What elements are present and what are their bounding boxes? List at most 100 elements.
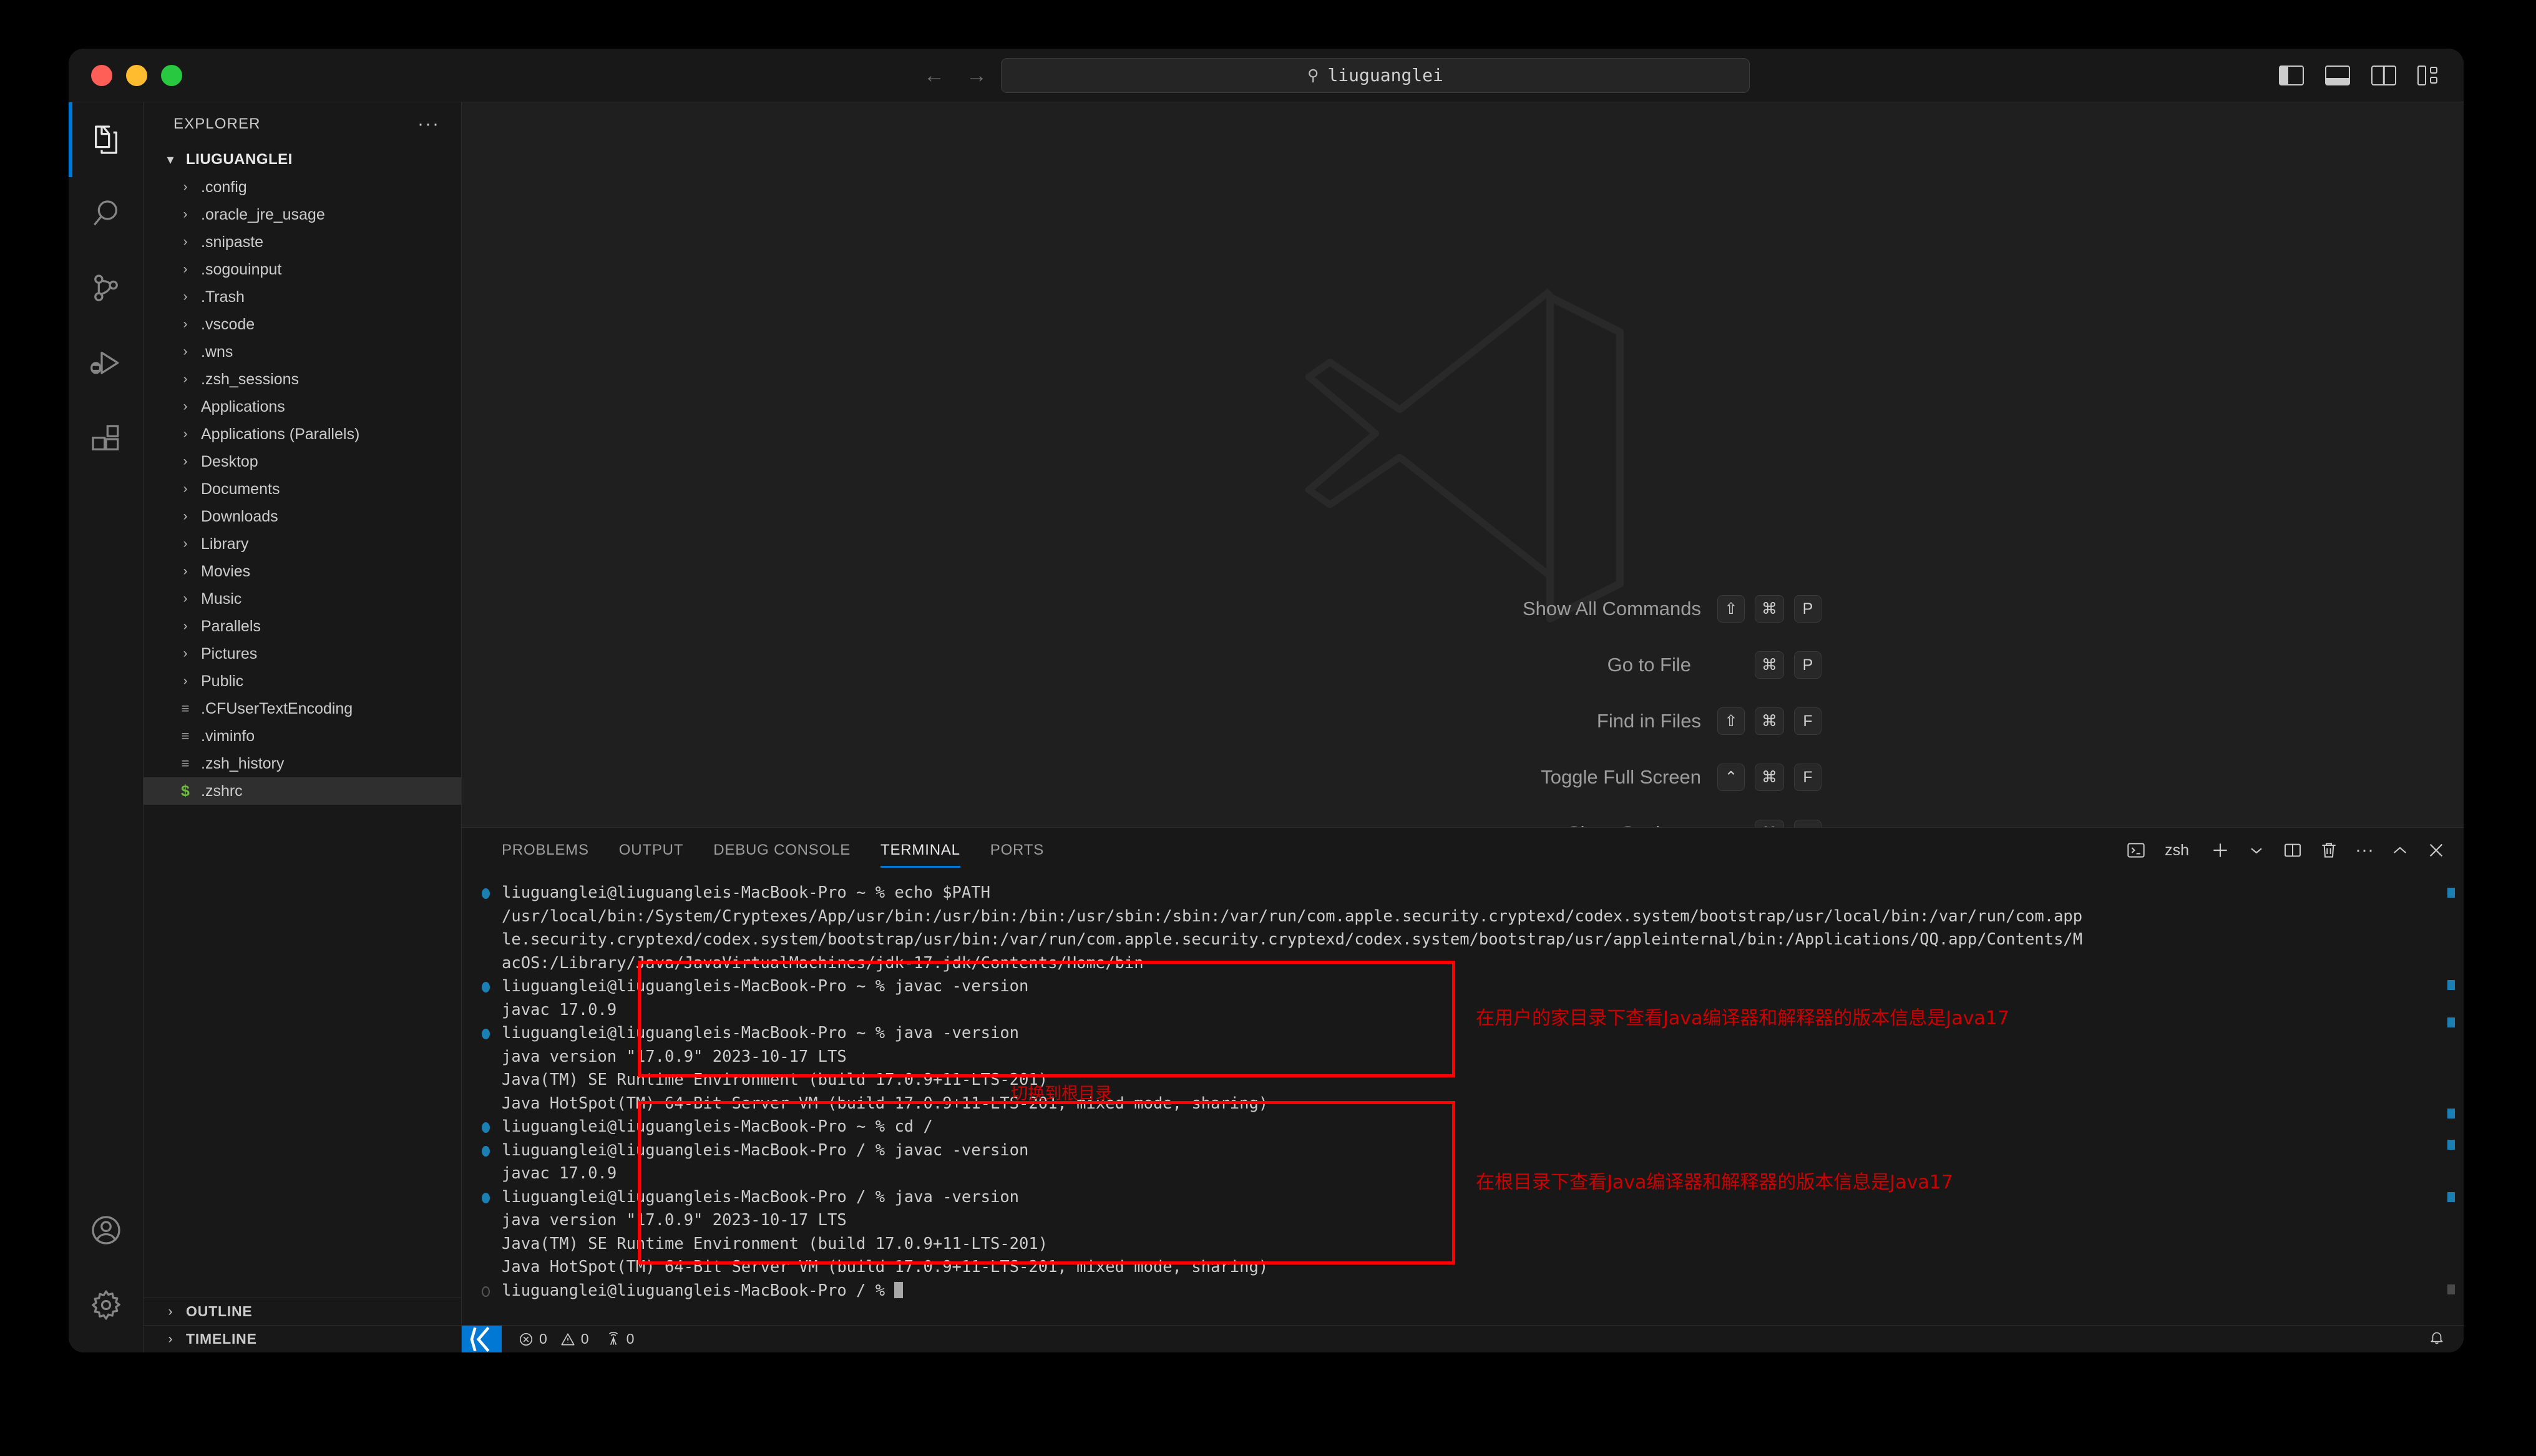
new-terminal-icon[interactable] [2210,840,2230,860]
workspace-root-label: LIUGUANGLEI [186,151,293,168]
tab-terminal[interactable]: TERMINAL [866,828,975,873]
manage-settings-button[interactable] [69,1268,144,1342]
keybinding-key: , [1794,820,1822,827]
more-actions-icon[interactable]: ··· [2355,841,2374,860]
status-bar-right [2429,1329,2445,1349]
tree-item-label: Public [201,672,244,690]
tree-item[interactable]: › .config [144,173,461,201]
welcome-shortcut-row[interactable]: Show Settings ⌘, [1104,820,1822,827]
chevron-right-icon: › [183,317,188,331]
tree-item[interactable]: › Applications (Parallels) [144,420,461,448]
welcome-shortcut-row[interactable]: Find in Files ⇧ ⌘ F [1104,707,1822,735]
tree-item[interactable]: › .oracle_jre_usage [144,201,461,228]
command-success-decoration [482,982,490,993]
welcome-shortcut-row[interactable]: Show All Commands ⇧ ⌘ P [1104,595,1822,623]
section-timeline[interactable]: › TIMELINE [144,1325,461,1352]
title-bar: ← → ⚲ liuguanglei [69,49,2464,102]
more-actions-icon[interactable]: ··· [417,115,440,133]
terminal-shell-label[interactable]: zsh [2165,842,2189,860]
chevron-down-icon[interactable] [2246,840,2266,860]
maximize-window-button[interactable] [161,64,182,86]
terminal-line: liuguanglei@liuguangleis-MacBook-Pro ~ %… [477,975,2464,999]
bell-icon[interactable] [2429,1329,2445,1349]
welcome-shortcut-row[interactable]: Go to File ⌘ P [1104,651,1822,679]
chevron-right-icon: › [183,372,188,386]
tree-item[interactable]: › .zsh_sessions [144,366,461,393]
sidebar-item-explorer[interactable] [69,102,144,177]
customize-layout-icon[interactable] [2417,65,2442,85]
tree-item[interactable]: › Public [144,667,461,695]
tab-label: TERMINAL [880,842,960,858]
welcome-shortcut-row[interactable]: Toggle Full Screen ⌃ ⌘ F [1104,764,1822,791]
tab-problems[interactable]: PROBLEMS [487,828,604,873]
maximize-panel-icon[interactable] [2390,840,2410,860]
tree-item[interactable]: › .sogouinput [144,256,461,283]
split-terminal-icon[interactable] [2283,840,2303,860]
toggle-primary-sidebar-icon[interactable] [2279,65,2304,85]
close-panel-icon[interactable] [2426,840,2446,860]
sidebar-sections: › OUTLINE › TIMELINE [144,1298,461,1352]
tab-ports[interactable]: PORTS [975,828,1059,873]
tree-item[interactable]: › Music [144,585,461,613]
forward-arrow-icon[interactable]: → [966,65,987,86]
tree-item[interactable]: ≡ .viminfo [144,722,461,750]
tree-item-label: Parallels [201,617,261,635]
tab-debug-console[interactable]: DEBUG CONSOLE [698,828,866,873]
chevron-right-icon: › [168,1304,173,1319]
navigation-arrows: ← → [924,65,987,86]
chevron-right-icon: › [183,207,188,221]
back-arrow-icon[interactable]: ← [924,65,945,86]
close-window-button[interactable] [91,64,112,86]
tree-item[interactable]: › .vscode [144,311,461,338]
accounts-button[interactable] [69,1193,144,1268]
tree-item[interactable]: ≡ .CFUserTextEncoding [144,695,461,722]
tab-label: PROBLEMS [502,842,589,858]
command-center-search[interactable]: ⚲ liuguanglei [1001,57,1750,93]
problems-status[interactable]: 0 0 [518,1331,589,1347]
activity-bar [69,102,144,1352]
tab-label: DEBUG CONSOLE [713,842,851,858]
kill-terminal-icon[interactable] [2319,840,2339,860]
sidebar-item-source-control[interactable] [69,252,144,327]
terminal-output[interactable]: liuguanglei@liuguangleis-MacBook-Pro ~ %… [462,873,2464,1325]
workspace-root-row[interactable]: ▾ LIUGUANGLEI [144,146,461,173]
toggle-secondary-sidebar-icon[interactable] [2371,65,2396,85]
welcome-shortcut-label: Show All Commands [1522,598,1701,619]
tree-item[interactable]: › Desktop [144,448,461,475]
toggle-panel-icon[interactable] [2325,65,2350,85]
section-outline-label: OUTLINE [186,1303,253,1319]
terminal-icon[interactable] [2126,840,2146,860]
tree-item[interactable]: › Movies [144,558,461,585]
tree-item[interactable]: ≡ .zsh_history [144,750,461,777]
tree-item[interactable]: › Downloads [144,503,461,530]
sidebar-item-run-and-debug[interactable] [69,327,144,402]
tree-item[interactable]: › Applications [144,393,461,420]
remote-indicator-icon[interactable] [462,1325,502,1352]
tree-item[interactable]: › .snipaste [144,228,461,256]
tree-item[interactable]: › .Trash [144,283,461,311]
chevron-right-icon: › [183,427,188,441]
tree-item[interactable]: › Library [144,530,461,558]
tree-item[interactable]: $ .zshrc [144,777,461,805]
sidebar-item-extensions[interactable] [69,402,144,477]
tree-item[interactable]: › Parallels [144,613,461,640]
tree-item[interactable]: › Documents [144,475,461,503]
tree-item-label: Applications (Parallels) [201,425,360,443]
sidebar-item-search[interactable] [69,177,144,252]
tree-item-label: Movies [201,562,251,580]
file-tree: › .config › .oracle_jre_usage › .snipaste › .so… [144,173,461,1298]
minimize-window-button[interactable] [126,64,147,86]
tab-output[interactable]: OUTPUT [604,828,698,873]
terminal-scrollbar[interactable] [2445,873,2460,1325]
section-outline[interactable]: › OUTLINE [144,1298,461,1325]
terminal-line: acOS:/Library/Java/JavaVirtualMachines/j… [477,952,2464,976]
chevron-right-icon: › [183,591,188,606]
editor-layout-actions [2279,65,2442,85]
chevron-right-icon: › [183,262,188,276]
section-timeline-label: TIMELINE [186,1331,257,1347]
tree-item[interactable]: › .wns [144,338,461,366]
text-file-icon: ≡ [181,755,190,771]
tree-item[interactable]: › Pictures [144,640,461,667]
ports-status[interactable]: 0 [605,1331,634,1347]
chevron-right-icon: › [183,454,188,468]
